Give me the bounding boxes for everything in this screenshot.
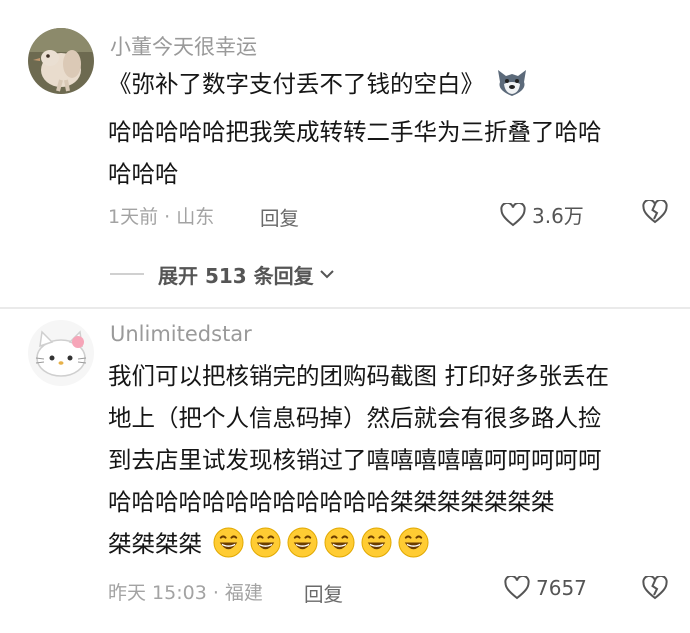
username[interactable]: Unlimitedstar bbox=[110, 322, 252, 346]
comment-text-line: 哈哈哈 bbox=[108, 160, 179, 188]
broken-heart-icon bbox=[642, 574, 668, 600]
wolf-emoji-icon bbox=[495, 66, 529, 111]
expand-replies-button[interactable]: 展开 513 条回复 bbox=[110, 258, 336, 290]
grinning-face-emoji-icon bbox=[250, 527, 281, 558]
comment-text-line: 哈哈哈哈哈哈哈哈哈哈哈哈桀桀桀桀桀桀桀 bbox=[108, 488, 555, 516]
comment-text: 《弥补了数字支付丢不了钱的空白》 哈哈哈哈哈把我笑成转转二手华为三折叠了哈哈 哈… bbox=[108, 63, 668, 195]
emoji-row bbox=[213, 527, 435, 558]
comment-text-line: 我们可以把核销完的团购码截图 打印好多张丢在 bbox=[108, 362, 609, 390]
hello-kitty-avatar-icon[interactable] bbox=[28, 320, 94, 386]
comment-meta: 1天前 · 山东 回复 3.6万 bbox=[108, 198, 668, 232]
like-count: 7657 bbox=[536, 576, 587, 600]
heart-icon bbox=[504, 576, 530, 600]
comment-divider bbox=[0, 307, 690, 309]
comment-text-line: 桀桀桀桀 bbox=[108, 523, 668, 565]
like-button[interactable]: 3.6万 bbox=[500, 200, 584, 229]
dislike-button[interactable] bbox=[642, 574, 668, 605]
expand-replies-label: 展开 513 条回复 bbox=[158, 263, 314, 288]
grinning-face-emoji-icon bbox=[398, 527, 429, 558]
broken-heart-icon bbox=[642, 198, 668, 224]
bird-avatar-icon[interactable] bbox=[28, 28, 94, 94]
grinning-face-emoji-icon bbox=[324, 527, 355, 558]
comment-text-line: 《弥补了数字支付丢不了钱的空白》 bbox=[108, 63, 668, 111]
comment-text-line: 哈哈哈哈哈把我笑成转转二手华为三折叠了哈哈 bbox=[108, 118, 602, 146]
chevron-down-icon bbox=[319, 270, 334, 279]
heart-icon bbox=[500, 202, 526, 226]
time-location: 1天前 · 山东 bbox=[108, 206, 215, 228]
reply-button[interactable]: 回复 bbox=[260, 202, 299, 231]
like-button[interactable]: 7657 bbox=[504, 576, 587, 600]
comment-text-line: 到去店里试发现核销过了嘻嘻嘻嘻嘻呵呵呵呵呵 bbox=[108, 446, 602, 474]
comment-text: 我们可以把核销完的团购码截图 打印好多张丢在 地上（把个人信息码掉）然后就会有很… bbox=[108, 355, 668, 565]
dislike-button[interactable] bbox=[642, 198, 668, 229]
reply-button[interactable]: 回复 bbox=[304, 578, 343, 607]
like-count: 3.6万 bbox=[532, 204, 584, 228]
grinning-face-emoji-icon bbox=[287, 527, 318, 558]
grinning-face-emoji-icon bbox=[361, 527, 392, 558]
time-location: 昨天 15:03 · 福建 bbox=[108, 582, 263, 604]
expand-divider-line bbox=[110, 273, 144, 275]
comment-meta: 昨天 15:03 · 福建 回复 7657 bbox=[108, 574, 668, 608]
username[interactable]: 小董今天很幸运 bbox=[110, 31, 257, 61]
grinning-face-emoji-icon bbox=[213, 527, 244, 558]
comment-text-line: 地上（把个人信息码掉）然后就会有很多路人捡 bbox=[108, 404, 602, 432]
